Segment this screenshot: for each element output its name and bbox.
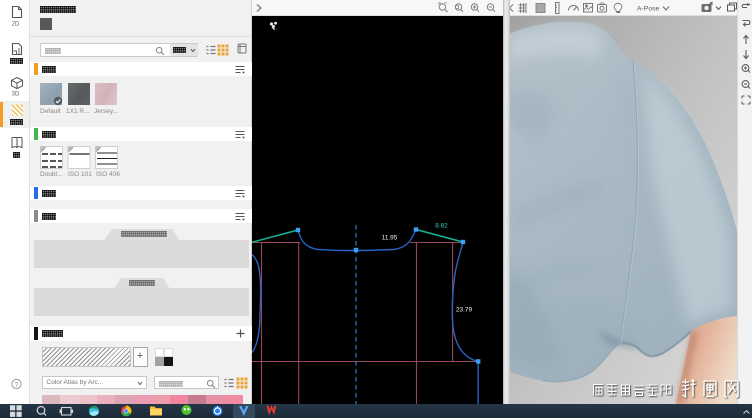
svg-text:?: ? xyxy=(15,382,19,389)
svg-text:8.82: 8.82 xyxy=(435,223,448,230)
svg-text:3D: 3D xyxy=(12,92,20,98)
svg-text:11.95: 11.95 xyxy=(382,235,398,242)
svg-text:23.79: 23.79 xyxy=(456,307,472,314)
svg-text:A-Pose: A-Pose xyxy=(637,6,660,13)
svg-text:2D: 2D xyxy=(12,22,20,28)
